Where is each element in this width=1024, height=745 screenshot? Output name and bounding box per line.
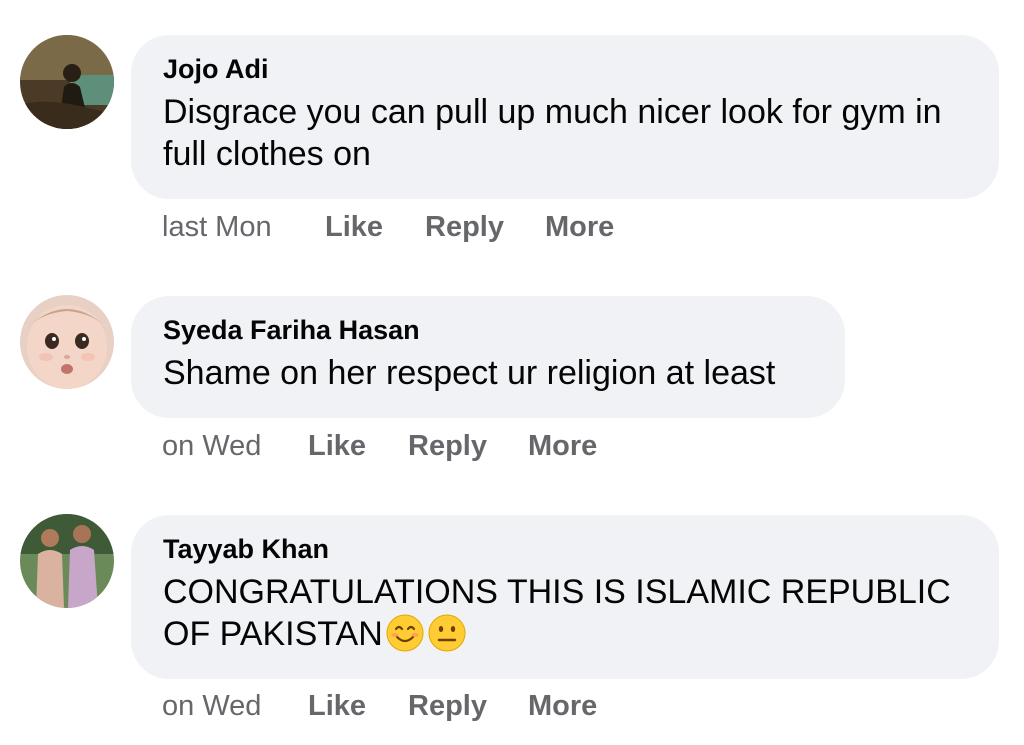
more-button[interactable]: More — [528, 429, 597, 463]
comment-text: Disgrace you can pull up much nicer look… — [163, 93, 942, 173]
comment-text-content: CONGRATULATIONS THIS IS ISLAMIC REPUBLIC… — [163, 573, 951, 653]
more-button[interactable]: More — [528, 689, 597, 723]
comment-text: Shame on her respect ur religion at leas… — [163, 354, 776, 392]
comment-bubble: Syeda Fariha Hasan Shame on her respect … — [131, 296, 845, 418]
author-name[interactable]: Tayyab Khan — [163, 533, 967, 565]
avatar-image — [20, 514, 114, 608]
avatar[interactable] — [20, 295, 114, 389]
reply-button[interactable]: Reply — [408, 429, 528, 463]
comment-actions: on Wed Like Reply More — [162, 689, 597, 723]
comment-bubble: Jojo Adi Disgrace you can pull up much n… — [131, 35, 999, 199]
timestamp[interactable]: on Wed — [162, 689, 308, 723]
avatar[interactable] — [20, 514, 114, 608]
timestamp[interactable]: on Wed — [162, 429, 308, 463]
comment-text: CONGRATULATIONS THIS IS ISLAMIC REPUBLIC… — [163, 571, 967, 655]
like-button[interactable]: Like — [308, 689, 408, 723]
comment-actions: last Mon Like Reply More — [162, 210, 614, 244]
avatar-image — [20, 35, 114, 129]
more-button[interactable]: More — [545, 210, 614, 244]
author-name[interactable]: Syeda Fariha Hasan — [163, 314, 813, 346]
avatar[interactable] — [20, 35, 114, 129]
like-button[interactable]: Like — [308, 429, 408, 463]
reply-button[interactable]: Reply — [408, 689, 528, 723]
author-name[interactable]: Jojo Adi — [163, 53, 967, 85]
smiling-face-icon — [385, 613, 425, 653]
like-button[interactable]: Like — [325, 210, 425, 244]
reply-button[interactable]: Reply — [425, 210, 545, 244]
neutral-face-icon — [427, 613, 467, 653]
timestamp[interactable]: last Mon — [162, 210, 325, 244]
comment-bubble: Tayyab Khan CONGRATULATIONS THIS IS ISLA… — [131, 515, 999, 679]
comment-actions: on Wed Like Reply More — [162, 429, 597, 463]
avatar-image — [20, 295, 114, 389]
